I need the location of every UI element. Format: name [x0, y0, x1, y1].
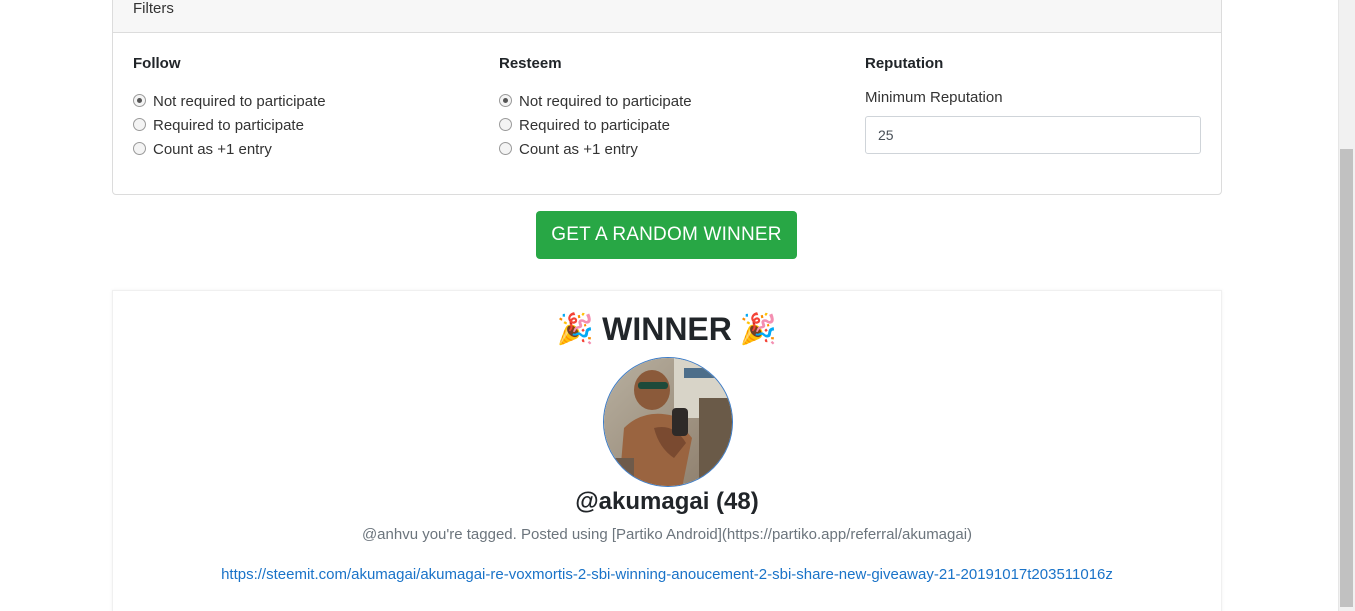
party-popper-icon: 🎉 — [556, 313, 595, 346]
min-reputation-label: Minimum Reputation — [865, 89, 1003, 106]
reputation-title: Reputation — [865, 55, 944, 72]
follow-option-label: Not required to participate — [153, 92, 326, 110]
radio-button[interactable] — [499, 141, 512, 155]
resteem-option-plus-one[interactable]: Count as +1 entry — [499, 137, 692, 161]
resteem-option-not-required[interactable]: Not required to participate — [499, 89, 692, 113]
radio-button[interactable] — [133, 117, 146, 131]
follow-option-label: Count as +1 entry — [153, 140, 272, 158]
resteem-option-required[interactable]: Required to participate — [499, 113, 692, 137]
avatar-image — [604, 358, 732, 486]
follow-option-not-required[interactable]: Not required to participate — [133, 89, 326, 113]
follow-option-plus-one[interactable]: Count as +1 entry — [133, 137, 326, 161]
radio-button[interactable] — [133, 141, 146, 155]
page: Filters Follow Not required to participa… — [0, 0, 1355, 611]
filters-title: Filters — [133, 0, 174, 17]
follow-filter: Follow Not required to participate Requi… — [133, 55, 326, 161]
party-popper-icon: 🎉 — [739, 313, 778, 346]
reputation-filter: Reputation Minimum Reputation — [865, 55, 1201, 154]
winner-comment: @anhvu you're tagged. Posted using [Part… — [361, 526, 973, 543]
winner-title: WINNER — [602, 311, 732, 347]
filters-card: Filters Follow Not required to participa… — [112, 0, 1222, 195]
winner-card: 🎉 WINNER 🎉 @akumagai (48) @anhvu you're … — [112, 290, 1222, 611]
follow-option-label: Required to participate — [153, 116, 304, 134]
avatar — [603, 357, 733, 487]
resteem-title: Resteem — [499, 55, 562, 72]
follow-title: Follow — [133, 55, 181, 72]
resteem-option-label: Not required to participate — [519, 92, 692, 110]
min-reputation-input[interactable] — [865, 116, 1201, 154]
winner-heading: 🎉 WINNER 🎉 — [113, 311, 1221, 348]
radio-button-checked[interactable] — [133, 93, 146, 107]
winner-post-link[interactable]: https://steemit.com/akumagai/akumagai-re… — [113, 566, 1221, 583]
resteem-option-label: Count as +1 entry — [519, 140, 638, 158]
winner-username: @akumagai (48) — [575, 488, 759, 515]
resteem-option-label: Required to participate — [519, 116, 670, 134]
radio-button[interactable] — [499, 117, 512, 131]
follow-option-required[interactable]: Required to participate — [133, 113, 326, 137]
resteem-filter: Resteem Not required to participate Requ… — [499, 55, 692, 161]
radio-button-checked[interactable] — [499, 93, 512, 107]
filters-header: Filters — [113, 0, 1221, 33]
scrollbar-thumb[interactable] — [1340, 149, 1353, 607]
get-random-winner-button[interactable]: GET A RANDOM WINNER — [536, 211, 797, 259]
